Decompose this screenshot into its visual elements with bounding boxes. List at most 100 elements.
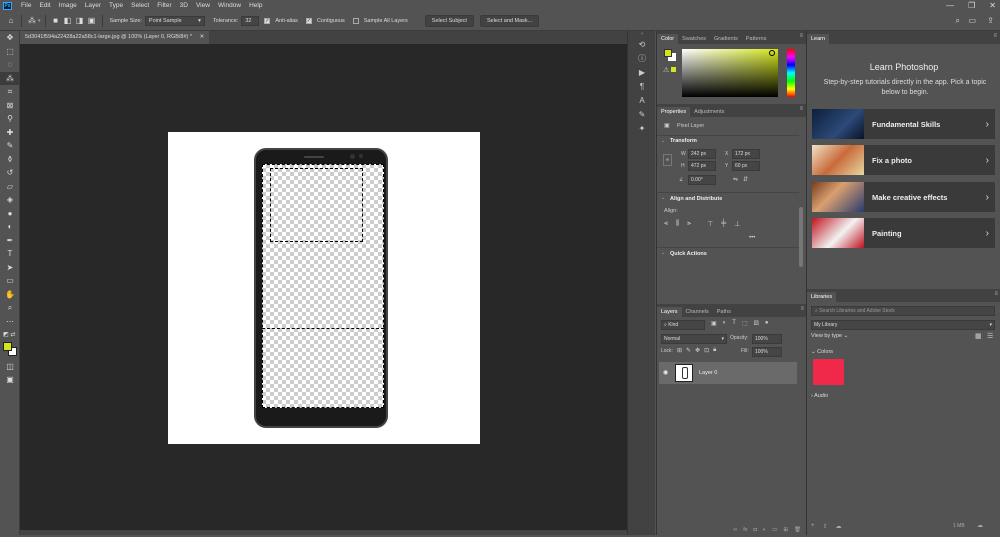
flip-horizontal-icon[interactable]: ⇋ bbox=[733, 176, 738, 183]
panel-menu-icon[interactable]: ≡ bbox=[799, 33, 803, 39]
grid-view-icon[interactable]: ▦ bbox=[975, 332, 982, 340]
lock-position-icon[interactable]: ✥ bbox=[695, 347, 700, 354]
opacity-input[interactable]: 100% bbox=[752, 334, 782, 344]
smart-object-filter-icon[interactable]: ⚄ bbox=[754, 320, 759, 327]
default-colors-icon[interactable]: ◩ ⇄ bbox=[0, 328, 20, 342]
learn-card-fix-a-photo[interactable]: Fix a photo › bbox=[812, 145, 995, 175]
more-tools-icon[interactable]: ⋯ bbox=[0, 315, 20, 329]
paragraph-icon[interactable]: ¶ bbox=[628, 79, 656, 93]
crop-tool-icon[interactable]: ⌗ bbox=[0, 85, 20, 99]
intersect-selection-icon[interactable]: ▣ bbox=[87, 16, 97, 26]
filter-kind-select[interactable]: ⌕ Kind bbox=[661, 320, 705, 330]
lock-all-icon[interactable]: 🔒︎ bbox=[713, 347, 716, 354]
view-by-type[interactable]: View by type ⌄ bbox=[811, 333, 848, 339]
panel-menu-icon[interactable]: ≡ bbox=[799, 106, 803, 112]
tolerance-input[interactable]: 32 bbox=[241, 15, 260, 26]
tab-gradients[interactable]: Gradients bbox=[710, 34, 742, 44]
flip-vertical-icon[interactable]: ⇵ bbox=[743, 176, 748, 183]
x-input[interactable]: 172 px bbox=[732, 149, 760, 159]
mask-icon[interactable]: ◘ bbox=[754, 527, 757, 537]
align-left-icon[interactable]: ⫷ bbox=[664, 220, 668, 228]
restore-icon[interactable]: ❐ bbox=[968, 1, 975, 10]
pen-tool-icon[interactable]: ✒ bbox=[0, 234, 20, 248]
close-icon[interactable]: ✕ bbox=[989, 1, 996, 10]
character-icon[interactable]: A bbox=[628, 93, 656, 107]
tab-properties[interactable]: Properties bbox=[657, 107, 691, 117]
menu-edit[interactable]: Edit bbox=[39, 2, 50, 9]
add-icon[interactable]: + bbox=[811, 523, 815, 530]
glyphs-icon[interactable]: ✦ bbox=[628, 121, 656, 135]
history-brush-tool-icon[interactable]: ↺ bbox=[0, 166, 20, 180]
upload-icon[interactable]: ⇧ bbox=[823, 523, 828, 530]
move-tool-icon[interactable]: ✥ bbox=[0, 31, 20, 45]
actions-icon[interactable]: ▶ bbox=[628, 65, 656, 79]
color-field[interactable] bbox=[682, 49, 778, 97]
eyedropper-tool-icon[interactable]: ⚲ bbox=[0, 112, 20, 126]
share-icon[interactable]: ⇪ bbox=[987, 16, 994, 25]
zoom-tool-icon[interactable]: ⌕ bbox=[0, 301, 20, 315]
fg-color-chip[interactable] bbox=[664, 49, 672, 57]
tab-libraries[interactable]: Libraries bbox=[807, 292, 837, 302]
tab-paths[interactable]: Paths bbox=[713, 307, 735, 317]
menu-type[interactable]: Type bbox=[109, 2, 123, 9]
y-input[interactable]: 60 px bbox=[732, 161, 760, 171]
fx-icon[interactable]: fx bbox=[743, 527, 747, 537]
paint-bucket-tool-icon[interactable]: ◈ bbox=[0, 193, 20, 207]
info-icon[interactable]: ⓘ bbox=[628, 51, 656, 65]
tab-swatches[interactable]: Swatches bbox=[678, 34, 710, 44]
library-color-swatch[interactable] bbox=[813, 359, 844, 385]
align-bottom-icon[interactable]: ⊥ bbox=[734, 220, 740, 228]
cloud-sync-icon[interactable]: ☁ bbox=[977, 522, 983, 529]
lock-transparency-icon[interactable]: ⊞ bbox=[677, 347, 682, 354]
adjustment-layer-icon[interactable]: ◐ bbox=[763, 527, 766, 537]
lasso-tool-icon[interactable]: ◌ bbox=[0, 58, 20, 72]
menu-view[interactable]: View bbox=[196, 2, 210, 9]
color-swatches[interactable] bbox=[0, 341, 19, 360]
menu-select[interactable]: Select bbox=[131, 2, 149, 9]
width-input[interactable]: 242 px bbox=[688, 149, 716, 159]
libraries-search-input[interactable]: ⌕ Search Libraries and Adobe Stock bbox=[811, 306, 995, 316]
hand-tool-icon[interactable]: ✋ bbox=[0, 288, 20, 302]
workspace-icon[interactable]: ▭ bbox=[968, 16, 976, 25]
select-and-mask-button[interactable]: Select and Mask... bbox=[479, 14, 540, 27]
align-top-icon[interactable]: ⊤ bbox=[707, 220, 713, 228]
sample-all-layers-checkbox[interactable] bbox=[352, 17, 359, 24]
foreground-color-swatch[interactable] bbox=[3, 341, 12, 351]
lock-artboard-icon[interactable]: ⊡ bbox=[704, 347, 709, 354]
history-icon[interactable]: ⟲ bbox=[628, 37, 656, 51]
chevron-down-icon[interactable]: ⌄ bbox=[661, 138, 665, 144]
search-icon[interactable]: ⌕ bbox=[956, 16, 960, 26]
audio-section[interactable]: › Audio bbox=[811, 393, 828, 399]
eye-icon[interactable]: ◉ bbox=[663, 369, 668, 376]
close-icon[interactable]: ✕ bbox=[200, 34, 205, 40]
tab-channels[interactable]: Channels bbox=[682, 307, 713, 317]
magic-wand-tool-icon[interactable]: ⁂ bbox=[0, 71, 20, 85]
scrollbar-thumb[interactable] bbox=[799, 207, 803, 267]
type-tool-icon[interactable]: T bbox=[0, 247, 20, 261]
filter-toggle-icon[interactable]: ● bbox=[765, 320, 769, 327]
chevron-down-icon[interactable]: ⌄ bbox=[661, 195, 665, 201]
dodge-tool-icon[interactable]: ◐ bbox=[0, 220, 20, 234]
tab-layers[interactable]: Layers bbox=[657, 307, 682, 317]
new-layer-icon[interactable]: ⊞ bbox=[783, 527, 788, 537]
panel-menu-icon[interactable]: ≡ bbox=[993, 33, 997, 39]
eraser-tool-icon[interactable]: ▱ bbox=[0, 180, 20, 194]
minimize-icon[interactable]: — bbox=[946, 1, 954, 10]
canvas-area[interactable] bbox=[20, 44, 627, 530]
contiguous-checkbox[interactable]: ✓ bbox=[305, 17, 312, 24]
quick-mask-icon[interactable]: ◫ bbox=[0, 360, 20, 374]
document-canvas[interactable] bbox=[168, 132, 480, 444]
group-icon[interactable]: ▭ bbox=[772, 527, 777, 537]
menu-window[interactable]: Window bbox=[218, 2, 241, 9]
menu-file[interactable]: File bbox=[21, 2, 31, 9]
menu-image[interactable]: Image bbox=[59, 2, 77, 9]
tab-patterns[interactable]: Patterns bbox=[742, 34, 770, 44]
type-filter-icon[interactable]: T bbox=[732, 320, 736, 327]
select-subject-button[interactable]: Select Subject bbox=[424, 14, 474, 27]
lock-pixels-icon[interactable]: ✎ bbox=[686, 347, 691, 354]
sample-size-select[interactable]: Point Sample ▾ bbox=[144, 15, 205, 26]
learn-card-fundamental-skills[interactable]: Fundamental Skills › bbox=[812, 109, 995, 139]
hue-slider[interactable] bbox=[787, 49, 795, 97]
colors-section[interactable]: ⌄ Colors bbox=[811, 349, 833, 355]
menu-filter[interactable]: Filter bbox=[157, 2, 171, 9]
